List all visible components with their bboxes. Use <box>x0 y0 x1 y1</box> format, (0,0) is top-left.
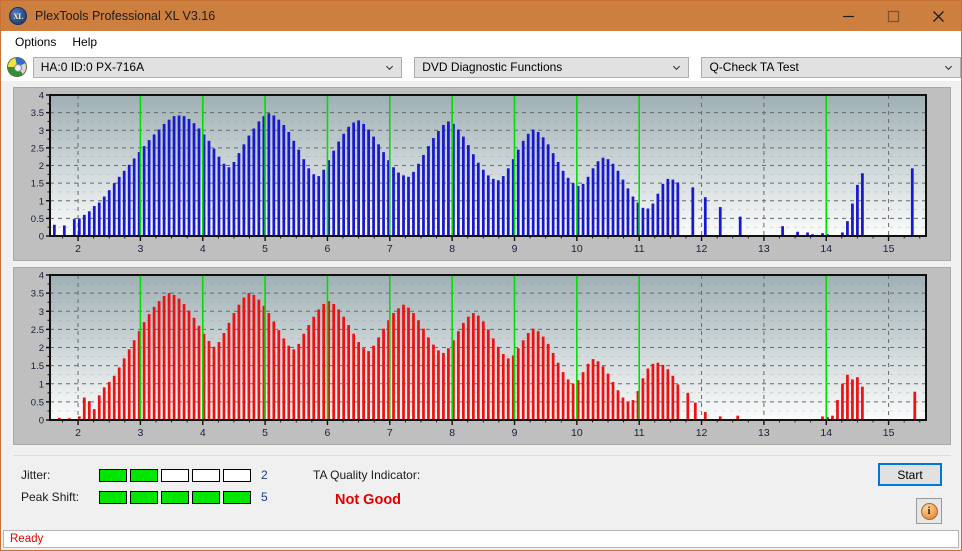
menu-item-help[interactable]: Help <box>64 33 105 51</box>
function-select[interactable]: DVD Diagnostic Functions <box>414 56 690 78</box>
drive-select[interactable]: HA:0 ID:0 PX-716A <box>32 56 403 78</box>
jitter-meter-cell <box>161 468 189 482</box>
status-bar: Ready <box>3 530 959 548</box>
info-icon: i <box>920 502 938 520</box>
svg-text:11: 11 <box>634 427 645 439</box>
jitter-chart: 0 0.5 1 1.5 2 2.5 3 3.5 4 2 3 4 5 6 7 8 9 10 11 12 13 14 15 <box>31 91 927 255</box>
jitter-meter-cell <box>223 468 251 482</box>
jitter-chart-panel: 0 0.5 1 1.5 2 2.5 3 3.5 4 2 3 4 5 6 7 8 9 10 11 12 13 14 15 <box>13 87 951 261</box>
svg-text:2: 2 <box>75 427 81 439</box>
disc-icon <box>7 57 27 77</box>
svg-text:2: 2 <box>39 161 44 172</box>
status-text: Ready <box>10 533 44 545</box>
app-logo-icon: XL <box>9 7 27 25</box>
menu-bar: Options Help <box>1 31 961 53</box>
svg-text:2.5: 2.5 <box>31 325 44 336</box>
window-controls <box>826 1 961 31</box>
test-select[interactable]: Q-Check TA Test <box>701 56 961 78</box>
info-button[interactable]: i <box>916 498 942 524</box>
ta-quality-value: Not Good <box>335 492 402 508</box>
peak-shift-meter-cell <box>99 490 127 504</box>
svg-text:9: 9 <box>512 243 518 255</box>
svg-text:14: 14 <box>820 243 832 255</box>
svg-text:9: 9 <box>512 427 518 439</box>
svg-text:12: 12 <box>696 243 708 255</box>
svg-text:5: 5 <box>262 427 268 439</box>
peak-shift-meter <box>99 490 254 504</box>
svg-text:3.5: 3.5 <box>31 289 44 300</box>
window-title: PlexTools Professional XL V3.16 <box>35 9 216 23</box>
chevron-down-icon <box>944 65 953 70</box>
chevron-down-icon <box>386 65 394 70</box>
menu-item-options[interactable]: Options <box>7 33 64 51</box>
svg-text:4: 4 <box>200 243 206 255</box>
svg-text:3: 3 <box>137 243 143 255</box>
svg-text:0: 0 <box>39 416 44 427</box>
svg-text:8: 8 <box>449 427 455 439</box>
svg-text:10: 10 <box>571 427 583 439</box>
close-icon[interactable] <box>916 1 961 31</box>
drive-select-value: HA:0 ID:0 PX-716A <box>40 60 145 74</box>
svg-text:2: 2 <box>39 343 44 354</box>
svg-text:6: 6 <box>325 427 331 439</box>
svg-text:6: 6 <box>325 243 331 255</box>
peak-shift-value: 5 <box>261 490 268 504</box>
function-select-value: DVD Diagnostic Functions <box>422 60 563 74</box>
start-button[interactable]: Start <box>878 463 942 486</box>
jitter-meter-cell <box>192 468 220 482</box>
peak-shift-chart-panel: 0 0.5 1 1.5 2 2.5 3 3.5 4 2 3 4 5 6 7 8 9 10 11 12 13 14 15 <box>13 267 951 445</box>
jitter-meter <box>99 468 254 482</box>
svg-text:4: 4 <box>39 91 44 102</box>
maximize-icon[interactable] <box>871 1 916 31</box>
svg-text:0: 0 <box>39 232 44 243</box>
jitter-meter-cell <box>130 468 158 482</box>
svg-text:3: 3 <box>39 126 44 137</box>
jitter-value: 2 <box>261 468 268 482</box>
svg-text:4: 4 <box>39 271 44 282</box>
jitter-meter-cell <box>99 468 127 482</box>
svg-text:4: 4 <box>200 427 206 439</box>
svg-text:1.5: 1.5 <box>31 361 44 372</box>
svg-text:11: 11 <box>634 243 645 255</box>
svg-text:12: 12 <box>696 427 708 439</box>
svg-text:14: 14 <box>820 427 832 439</box>
svg-text:7: 7 <box>387 243 393 255</box>
svg-text:10: 10 <box>571 243 583 255</box>
svg-text:7: 7 <box>387 427 393 439</box>
results-area: Jitter: 2 Peak Shift: 5 TA Quality Indic… <box>13 455 951 531</box>
svg-text:2: 2 <box>75 243 81 255</box>
svg-text:1.5: 1.5 <box>31 179 44 190</box>
peak-shift-metric-row: Peak Shift: 5 <box>21 490 268 504</box>
peak-shift-label: Peak Shift: <box>21 490 80 504</box>
svg-text:2.5: 2.5 <box>31 143 44 154</box>
svg-text:15: 15 <box>883 427 895 439</box>
svg-text:0.5: 0.5 <box>31 397 44 408</box>
chevron-down-icon <box>673 65 681 70</box>
svg-text:1: 1 <box>39 379 44 390</box>
peak-shift-meter-cell <box>161 490 189 504</box>
peak-shift-meter-cell <box>223 490 251 504</box>
ta-quality-block: TA Quality Indicator: Not Good <box>313 468 420 508</box>
toolbar: HA:0 ID:0 PX-716A DVD Diagnostic Functio… <box>1 53 961 81</box>
svg-text:3: 3 <box>137 427 143 439</box>
minimize-icon[interactable] <box>826 1 871 31</box>
peak-shift-meter-cell <box>192 490 220 504</box>
svg-text:13: 13 <box>758 427 770 439</box>
jitter-metric-row: Jitter: 2 <box>21 468 268 482</box>
svg-text:13: 13 <box>758 243 770 255</box>
title-bar: XL PlexTools Professional XL V3.16 <box>1 1 961 31</box>
application-window: XL PlexTools Professional XL V3.16 Optio… <box>0 0 962 551</box>
svg-text:1: 1 <box>39 196 44 207</box>
peak-shift-meter-cell <box>130 490 158 504</box>
test-select-value: Q-Check TA Test <box>709 60 799 74</box>
svg-text:0.5: 0.5 <box>31 214 44 225</box>
svg-text:3: 3 <box>39 307 44 318</box>
jitter-label: Jitter: <box>21 468 51 482</box>
svg-text:3.5: 3.5 <box>31 108 44 119</box>
svg-text:15: 15 <box>883 243 895 255</box>
ta-quality-label: TA Quality Indicator: <box>313 468 421 482</box>
peak-shift-chart: 0 0.5 1 1.5 2 2.5 3 3.5 4 2 3 4 5 6 7 8 9 10 11 12 13 14 15 <box>31 271 927 439</box>
svg-text:8: 8 <box>449 243 455 255</box>
svg-text:5: 5 <box>262 243 268 255</box>
